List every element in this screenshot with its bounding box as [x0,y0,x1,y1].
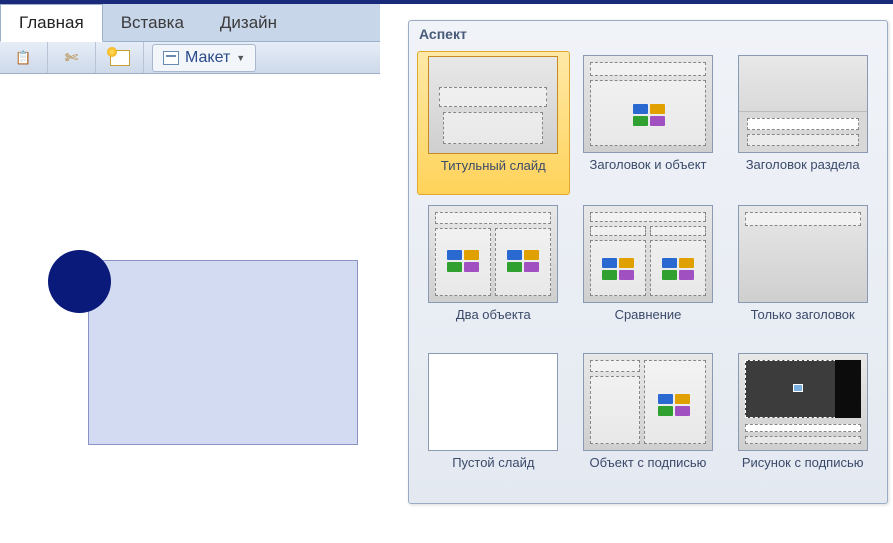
ribbon-tabs: Главная Вставка Дизайн [0,4,380,42]
scissors-icon: ✄ [65,48,78,68]
layout-content-with-caption[interactable]: Объект с подписью [572,349,725,491]
layout-thumb [738,353,868,451]
layout-caption: Объект с подписью [590,455,707,487]
layout-gallery-panel: Аспект Титульный слайд Заголовок и объек… [408,20,888,504]
layout-title-and-content[interactable]: Заголовок и объект [572,51,725,195]
layout-icon [163,51,179,65]
cut-button[interactable]: ✄ [48,42,96,73]
ribbon: Главная Вставка Дизайн 📋 ✄ Макет ▼ [0,4,380,74]
layout-grid: Титульный слайд Заголовок и объект Загол… [409,47,887,495]
layout-title-only[interactable]: Только заголовок [726,201,879,343]
tab-insert[interactable]: Вставка [103,5,202,41]
layout-thumb [428,205,558,303]
layout-picture-with-caption[interactable]: Рисунок с подписью [726,349,879,491]
layout-blank[interactable]: Пустой слайд [417,349,570,491]
layout-caption: Только заголовок [751,307,855,339]
slide-circle-shape [48,250,111,313]
layout-two-content[interactable]: Два объекта [417,201,570,343]
tab-home[interactable]: Главная [0,4,103,42]
slide-illustration [48,250,348,440]
layout-caption: Заголовок раздела [746,157,860,189]
layout-thumb [738,205,868,303]
layout-button-label: Макет [185,49,230,67]
layout-thumb [583,55,713,153]
tab-design[interactable]: Дизайн [202,5,295,41]
chevron-down-icon: ▼ [236,53,245,63]
layout-comparison[interactable]: Сравнение [572,201,725,343]
layout-thumb [738,55,868,153]
clipboard-icon: 📋 [15,50,31,66]
new-slide-button[interactable] [96,42,144,73]
layout-caption: Пустой слайд [452,455,534,487]
layout-thumb [428,56,558,154]
paste-group-icon[interactable]: 📋 [0,42,48,73]
ribbon-toolbar: 📋 ✄ Макет ▼ [0,42,380,74]
layout-title-slide[interactable]: Титульный слайд [417,51,570,195]
layout-caption: Титульный слайд [441,158,546,190]
layout-caption: Сравнение [615,307,682,339]
layout-section-header[interactable]: Заголовок раздела [726,51,879,195]
new-slide-icon [110,50,130,66]
gallery-title: Аспект [409,21,887,47]
layout-thumb [583,205,713,303]
layout-thumb [428,353,558,451]
slide-rectangle-shape [88,260,358,445]
layout-caption: Заголовок и объект [589,157,706,189]
layout-thumb [583,353,713,451]
layout-button[interactable]: Макет ▼ [152,44,256,72]
layout-caption: Два объекта [456,307,531,339]
layout-caption: Рисунок с подписью [742,455,864,487]
